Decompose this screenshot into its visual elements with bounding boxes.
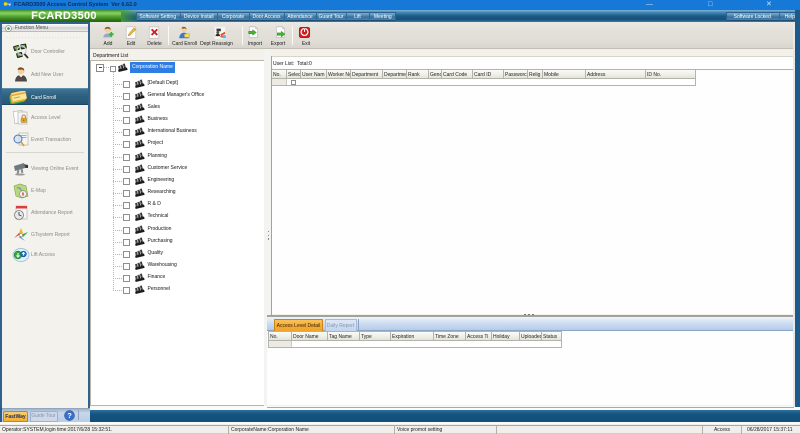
svg-text:?: ?: [67, 411, 72, 420]
